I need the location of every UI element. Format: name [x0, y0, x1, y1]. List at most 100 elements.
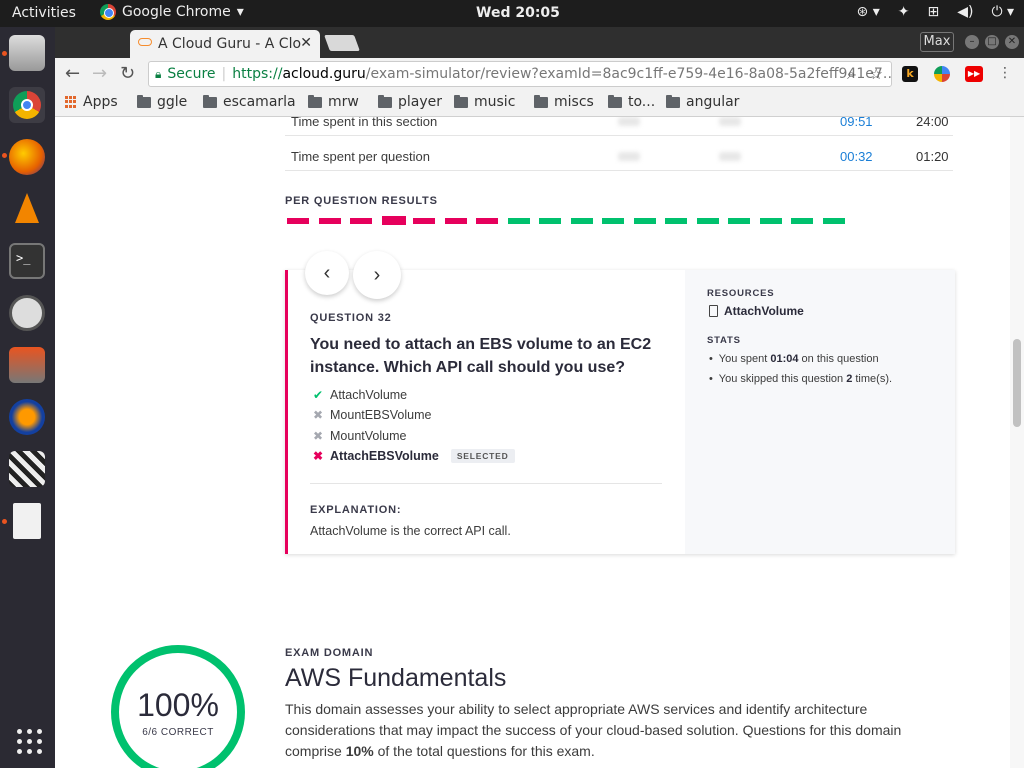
close-window-icon[interactable]: ✕: [1005, 35, 1019, 49]
question-result-segment[interactable]: [822, 218, 845, 224]
question-result-segment[interactable]: [444, 218, 467, 224]
url-scheme: https://: [232, 66, 283, 82]
new-tab-button[interactable]: [324, 35, 360, 51]
system-tray[interactable]: ⊛ ▾ ✦ ⊞ ◀) ⏻ ▾: [857, 4, 1014, 20]
software-updater-icon[interactable]: [9, 295, 45, 331]
chrome-icon[interactable]: [9, 87, 45, 123]
bookmark-star-icon[interactable]: ☆: [870, 65, 883, 83]
question-result-segment[interactable]: [318, 218, 341, 224]
maximize-icon[interactable]: □: [985, 35, 999, 49]
system-top-bar: Activities Google Chrome ▾ Wed 20:05 ⊛ ▾…: [0, 0, 1024, 27]
folder-icon: [454, 94, 468, 108]
question-result-segment[interactable]: [791, 218, 813, 224]
browser-toolbar: ← → ↻ 🔒︎ Secure | https:// acloud.guru /…: [55, 58, 1024, 90]
minimize-icon[interactable]: –: [965, 35, 979, 49]
document-icon[interactable]: [13, 503, 41, 539]
installer-icon[interactable]: [9, 347, 45, 383]
domain-label: EXAM DOMAIN: [285, 647, 374, 659]
power-icon[interactable]: ⏻ ▾: [991, 4, 1014, 20]
folder-icon: [308, 94, 322, 108]
accessibility-icon[interactable]: ⊛ ▾: [857, 4, 880, 20]
folder-icon: [203, 94, 217, 108]
secure-label: Secure: [167, 66, 216, 82]
answer-label: AttachEBSVolume: [330, 449, 439, 463]
selected-badge: SELECTED: [450, 449, 515, 463]
bookmark-folder[interactable]: mrw: [308, 94, 359, 110]
activities-button[interactable]: Activities: [12, 5, 76, 21]
stat-time-spent: • You spent 01:04 on this question: [709, 353, 879, 365]
question-result-segment[interactable]: [507, 218, 530, 224]
cross-icon: ✖: [312, 429, 324, 443]
bookmark-folder[interactable]: ggle: [137, 94, 187, 110]
question-result-segment[interactable]: [633, 218, 656, 224]
zoom-icon[interactable]: ⌕: [847, 65, 855, 83]
close-tab-icon[interactable]: ✕: [300, 35, 312, 51]
resource-link[interactable]: AttachVolume: [709, 304, 804, 318]
bookmark-label: to...: [628, 94, 656, 110]
divider: [310, 483, 662, 484]
clapper-icon[interactable]: [9, 451, 45, 487]
bookmark-folder[interactable]: miscs: [534, 94, 594, 110]
profile-button[interactable]: Max: [920, 32, 954, 52]
next-question-button[interactable]: ›: [353, 251, 401, 299]
question-result-segment[interactable]: [570, 218, 593, 224]
resources-heading: RESOURCES: [707, 288, 775, 299]
lock-icon: 🔒︎: [155, 66, 162, 81]
stats-row-label: Time spent per question: [291, 149, 430, 164]
folder-icon: [534, 94, 548, 108]
question-result-segment[interactable]: [476, 218, 498, 224]
question-result-segment[interactable]: [759, 218, 782, 224]
bookmark-folder[interactable]: player: [378, 94, 442, 110]
bookmark-folder[interactable]: music: [454, 94, 515, 110]
previous-question-button[interactable]: ‹: [305, 251, 349, 295]
url-host: acloud.guru: [282, 66, 366, 82]
scrollbar[interactable]: [1010, 117, 1024, 768]
volume-icon[interactable]: ◀): [957, 4, 973, 20]
question-result-segment[interactable]: [287, 218, 309, 224]
question-result-segment[interactable]: [728, 218, 750, 224]
incorrect-accent: [285, 270, 288, 554]
running-indicator: [2, 51, 7, 56]
audacity-icon[interactable]: [9, 399, 45, 435]
question-result-segment[interactable]: [350, 218, 372, 224]
bookmark-apps[interactable]: Apps: [65, 94, 118, 110]
tab-title: A Cloud Guru - A Clo: [158, 36, 302, 52]
check-icon: ✔: [312, 388, 324, 402]
stat-value: 01:04: [770, 353, 799, 365]
explanation-text: AttachVolume is the correct API call.: [310, 524, 511, 538]
question-result-segment[interactable]: [539, 218, 561, 224]
firefox-icon[interactable]: [9, 139, 45, 175]
question-result-segment[interactable]: [696, 218, 719, 224]
bookmark-label: escamarla: [223, 94, 296, 110]
menu-icon[interactable]: ⋮: [997, 66, 1013, 82]
question-result-segment[interactable]: [665, 218, 687, 224]
chevron-left-icon: ‹: [323, 262, 331, 284]
vlc-icon[interactable]: [9, 191, 45, 227]
browser-tab[interactable]: A Cloud Guru - A Clo ✕: [130, 30, 320, 58]
show-applications-icon[interactable]: [9, 723, 45, 759]
bookmark-folder[interactable]: angular: [666, 94, 739, 110]
apps-grid-icon: [65, 96, 77, 108]
question-result-segment[interactable]: [381, 216, 406, 225]
extension-k-icon[interactable]: k: [902, 66, 918, 82]
score-subtitle: 6/6 CORRECT: [142, 727, 214, 738]
question-result-segment[interactable]: [413, 218, 435, 224]
terminal-icon[interactable]: >_: [9, 243, 45, 279]
files-icon[interactable]: [9, 35, 45, 71]
forward-icon[interactable]: →: [92, 63, 107, 84]
bookmark-label: Apps: [83, 94, 118, 110]
app-menu[interactable]: Google Chrome ▾: [100, 4, 244, 20]
network-icon[interactable]: ⊞: [927, 4, 939, 20]
clock[interactable]: Wed 20:05: [476, 5, 560, 21]
scrollbar-thumb[interactable]: [1013, 339, 1021, 427]
extension-color-icon[interactable]: [934, 66, 950, 82]
bookmark-folder[interactable]: to...: [608, 94, 655, 110]
bookmark-folder[interactable]: escamarla: [203, 94, 296, 110]
folder-icon: [378, 94, 392, 108]
reload-icon[interactable]: ↻: [120, 63, 135, 84]
dropbox-icon[interactable]: ✦: [898, 4, 910, 20]
back-icon[interactable]: ←: [65, 63, 80, 84]
question-result-segment[interactable]: [602, 218, 624, 224]
extension-youtube-icon[interactable]: ▶▶: [965, 66, 983, 82]
address-bar[interactable]: 🔒︎ Secure | https:// acloud.guru /exam-s…: [148, 61, 892, 87]
